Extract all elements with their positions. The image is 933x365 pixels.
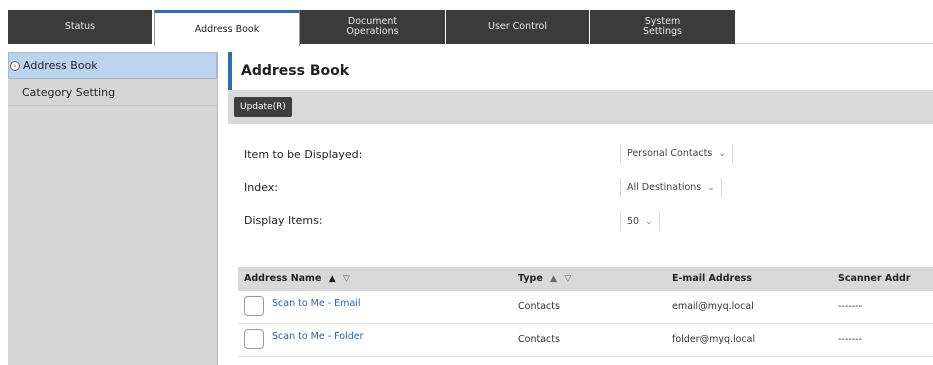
type-cell: Contacts [518, 301, 560, 312]
index-select[interactable]: All Destinations ⌄ [620, 178, 722, 197]
type-cell: Contacts [518, 334, 560, 345]
chevron-right-icon: › [10, 61, 20, 71]
tab-system-settings[interactable]: System Settings [590, 10, 735, 44]
filter-icon[interactable]: ▽ [564, 274, 571, 284]
display-items-select[interactable]: 50 ⌄ [620, 212, 660, 231]
display-items-label: Display Items: [244, 214, 323, 227]
chevron-down-icon: ⌄ [718, 149, 726, 159]
sidebar-item-category-setting[interactable]: Category Setting [8, 79, 217, 106]
email-cell: email@myq.local [672, 301, 754, 312]
action-bar: Update(R) [228, 90, 933, 124]
index-value: All Destinations [627, 182, 702, 193]
table-header: Address Name ▲ ▽ Type ▲ ▽ E-mail Address… [238, 267, 933, 291]
column-header-label: Type [518, 273, 543, 284]
address-table: Address Name ▲ ▽ Type ▲ ▽ E-mail Address… [238, 267, 933, 357]
sidebar-item-address-book[interactable]: › Address Book [8, 52, 217, 79]
sidebar-item-label: Address Book [23, 59, 98, 72]
column-header-label: Scanner Addr [838, 273, 911, 284]
column-header-label: Address Name [244, 273, 322, 284]
email-cell: folder@myq.local [672, 334, 756, 345]
tab-status[interactable]: Status [8, 10, 153, 44]
item-to-display-value: Personal Contacts [627, 148, 713, 159]
sort-ascending-icon[interactable]: ▲ [550, 274, 557, 284]
display-items-value: 50 [627, 216, 640, 227]
column-header-email[interactable]: E-mail Address [672, 273, 752, 284]
table-row: Scan to Me - Folder Contacts folder@myq.… [238, 324, 933, 357]
page-title-bar: Address Book [228, 52, 933, 90]
tab-user-control[interactable]: User Control [446, 10, 590, 44]
address-name-link[interactable]: Scan to Me - Folder [272, 331, 364, 342]
top-navigation: Status Address Book Document Operations … [0, 0, 933, 46]
update-button[interactable]: Update(R) [234, 97, 292, 117]
tab-address-book[interactable]: Address Book [154, 10, 300, 46]
scanner-address-cell: ------- [838, 334, 862, 345]
row-checkbox[interactable] [244, 329, 264, 349]
tab-status-label: Status [64, 21, 96, 32]
sort-ascending-icon[interactable]: ▲ [329, 274, 336, 284]
tab-bar-filler [735, 10, 933, 44]
column-header-address-name[interactable]: Address Name ▲ ▽ [244, 273, 350, 284]
address-name-link[interactable]: Scan to Me - Email [272, 298, 361, 309]
index-label: Index: [244, 181, 278, 194]
main-content: Address Book Update(R) Item to be Displa… [228, 52, 933, 365]
table-row: Scan to Me - Email Contacts email@myq.lo… [238, 291, 933, 324]
chevron-down-icon: ⌄ [645, 217, 653, 227]
row-checkbox[interactable] [244, 296, 264, 316]
item-to-display-select[interactable]: Personal Contacts ⌄ [620, 144, 733, 163]
scanner-address-cell: ------- [838, 301, 862, 312]
tab-document-operations[interactable]: Document Operations [300, 10, 446, 44]
filter-icon[interactable]: ▽ [343, 274, 350, 284]
tab-address-book-label: Address Book [194, 23, 260, 35]
column-header-type[interactable]: Type ▲ ▽ [518, 273, 571, 284]
column-header-label: E-mail Address [672, 273, 752, 284]
item-to-display-label: Item to be Displayed: [244, 148, 363, 161]
column-header-scanner-address[interactable]: Scanner Addr [838, 273, 910, 284]
sidebar: › Address Book Category Setting [8, 52, 218, 365]
tab-document-operations-label: Document Operations [346, 16, 399, 37]
sidebar-item-label: Category Setting [22, 85, 116, 99]
tab-system-settings-label: System Settings [643, 16, 682, 37]
chevron-down-icon: ⌄ [707, 183, 715, 193]
tab-user-control-label: User Control [487, 21, 547, 32]
page-title: Address Book [241, 63, 350, 79]
